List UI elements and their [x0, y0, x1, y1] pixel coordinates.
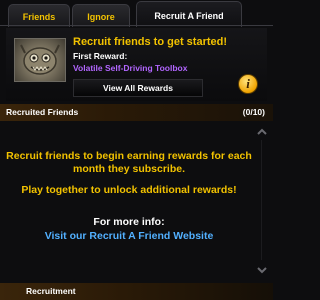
recruited-friends-count: (0/10)	[242, 107, 265, 117]
toolbox-creature-art	[20, 44, 60, 75]
info-icon[interactable]: i	[238, 74, 258, 94]
recruitment-bar[interactable]: Recruitment	[0, 283, 273, 300]
tab-ignore[interactable]: Ignore	[72, 4, 130, 27]
scroll-up-arrow-icon[interactable]	[256, 126, 268, 138]
scrollbar-track[interactable]	[261, 140, 262, 260]
scroll-down-arrow-icon[interactable]	[256, 264, 268, 276]
recruit-website-link[interactable]: Visit our Recruit A Friend Website	[4, 230, 254, 242]
more-info-label: For more info:	[93, 216, 165, 228]
recruit-info-content: Recruit friends to begin earning rewards…	[4, 123, 254, 273]
tab-divider	[0, 25, 273, 26]
recruited-friends-title: Recruited Friends	[6, 107, 79, 117]
earn-rewards-message: Recruit friends to begin earning rewards…	[6, 150, 252, 175]
recruited-friends-header: Recruited Friends (0/10)	[0, 104, 273, 121]
reward-headline: Recruit friends to get started!	[73, 36, 228, 48]
toolbox-creature-icon	[14, 38, 66, 82]
play-together-message: Play together to unlock additional rewar…	[21, 184, 237, 196]
tab-bar: Friends Ignore Recruit A Friend	[0, 0, 273, 27]
first-reward-name[interactable]: Volatile Self-Driving Toolbox	[73, 63, 187, 73]
view-all-rewards-button[interactable]: View All Rewards	[73, 79, 203, 97]
reward-panel: Recruit friends to get started! First Re…	[6, 28, 267, 101]
recruitment-label: Recruitment	[26, 286, 76, 296]
tab-friends[interactable]: Friends	[8, 4, 70, 27]
first-reward-label: First Reward:	[73, 51, 128, 61]
tab-recruit-a-friend[interactable]: Recruit A Friend	[136, 1, 242, 27]
